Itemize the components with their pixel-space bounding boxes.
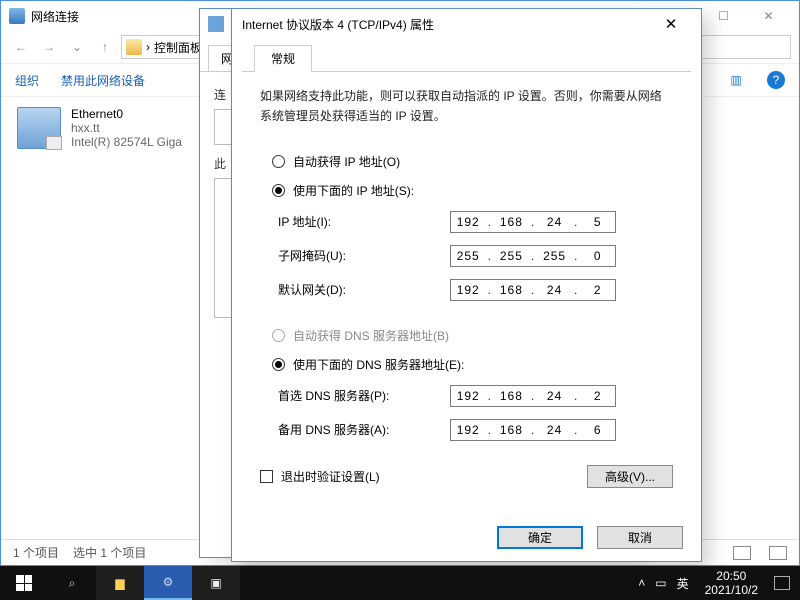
- ipv4-properties-dialog: Internet 协议版本 4 (TCP/IPv4) 属性 ✕ 常规 如果网络支…: [231, 8, 702, 562]
- tray-clock[interactable]: 20:50 2021/10/2: [699, 569, 764, 598]
- radio-auto-ip[interactable]: 自动获得 IP 地址(O): [272, 153, 673, 170]
- radio-icon: [272, 184, 285, 197]
- dlg2-tabs: 常规: [232, 39, 701, 72]
- radio-manual-dns-label: 使用下面的 DNS 服务器地址(E):: [293, 356, 464, 373]
- radio-auto-ip-label: 自动获得 IP 地址(O): [293, 153, 400, 170]
- network-icon: [9, 8, 25, 24]
- ip-input[interactable]: 192. 168. 24. 5: [450, 211, 616, 233]
- ok-button[interactable]: 确定: [497, 526, 583, 549]
- maximize-button[interactable]: ☐: [701, 1, 746, 31]
- field-ip: IP 地址(I): 192. 168. 24. 5: [260, 211, 673, 233]
- chevron-down-icon[interactable]: ⌄: [65, 35, 89, 59]
- cmd-organize[interactable]: 组织: [15, 72, 39, 89]
- cancel-button[interactable]: 取消: [597, 526, 683, 549]
- adapter-driver: Intel(R) 82574L Giga: [71, 135, 182, 149]
- windows-icon: [16, 575, 32, 591]
- dlg2-close-button[interactable]: ✕: [651, 10, 691, 38]
- tray-time: 20:50: [705, 569, 758, 583]
- breadcrumb-text: 控制面板: [154, 39, 202, 56]
- gateway-input[interactable]: 192. 168. 24. 2: [450, 279, 616, 301]
- help-icon[interactable]: ?: [767, 71, 785, 89]
- field-gateway: 默认网关(D): 192. 168. 24. 2: [260, 279, 673, 301]
- status-count: 1 个项目: [13, 544, 59, 561]
- view-mode-large-icon[interactable]: [733, 546, 751, 560]
- dns1-input[interactable]: 192. 168. 24. 2: [450, 385, 616, 407]
- back-icon[interactable]: ←: [9, 35, 33, 59]
- adapter-info: Ethernet0 hxx.tt Intel(R) 82574L Giga: [71, 107, 182, 149]
- status-selected: 选中 1 个项目: [73, 544, 146, 561]
- dlg2-body: 如果网络支持此功能，则可以获取自动指派的 IP 设置。否则，你需要从网络系统管理…: [232, 72, 701, 498]
- dlg2-titlebar[interactable]: Internet 协议版本 4 (TCP/IPv4) 属性 ✕: [232, 9, 701, 39]
- tray-ime[interactable]: 英: [677, 575, 689, 592]
- dns1-label: 首选 DNS 服务器(P):: [260, 387, 450, 404]
- radio-manual-ip-label: 使用下面的 IP 地址(S):: [293, 182, 414, 199]
- adapter-icon: [17, 107, 61, 149]
- tray-date: 2021/10/2: [705, 583, 758, 597]
- view-mode-details-icon[interactable]: [769, 546, 787, 560]
- tab-general[interactable]: 常规: [254, 45, 312, 72]
- task-explorer[interactable]: ▆: [96, 566, 144, 600]
- dlg2-footer: 确定 取消: [497, 526, 683, 549]
- forward-icon[interactable]: →: [37, 35, 61, 59]
- dns2-input[interactable]: 192. 168. 24. 6: [450, 419, 616, 441]
- radio-manual-ip[interactable]: 使用下面的 IP 地址(S):: [272, 182, 673, 199]
- field-mask: 子网掩码(U): 255. 255. 255. 0: [260, 245, 673, 267]
- field-dns2: 备用 DNS 服务器(A): 192. 168. 24. 6: [260, 419, 673, 441]
- ethernet-icon: [208, 16, 224, 32]
- advanced-button[interactable]: 高级(V)...: [587, 465, 673, 488]
- details-icon[interactable]: ▥: [727, 71, 745, 89]
- radio-icon: [272, 329, 285, 342]
- close-button[interactable]: ✕: [746, 1, 791, 31]
- adapter-domain: hxx.tt: [71, 121, 182, 135]
- task-terminal[interactable]: ▣: [192, 566, 240, 600]
- dlg2-title: Internet 协议版本 4 (TCP/IPv4) 属性: [242, 16, 651, 33]
- validate-label: 退出时验证设置(L): [281, 468, 380, 485]
- tray-notifications-icon[interactable]: [774, 576, 790, 590]
- mask-label: 子网掩码(U):: [260, 247, 450, 264]
- cmd-disable-device[interactable]: 禁用此网络设备: [61, 72, 145, 89]
- taskbar: ⌕ ▆ ⚙ ▣ ˄ ▭ 英 20:50 2021/10/2: [0, 566, 800, 600]
- radio-icon: [272, 155, 285, 168]
- search-button[interactable]: ⌕: [48, 566, 96, 600]
- gateway-label: 默认网关(D):: [260, 281, 450, 298]
- start-button[interactable]: [0, 566, 48, 600]
- tray-chevron-icon[interactable]: ˄: [638, 576, 645, 590]
- field-dns1: 首选 DNS 服务器(P): 192. 168. 24. 2: [260, 385, 673, 407]
- tray-network-icon[interactable]: ▭: [655, 576, 666, 590]
- task-control-panel[interactable]: ⚙: [144, 566, 192, 600]
- adapter-name: Ethernet0: [71, 107, 182, 121]
- radio-icon: [272, 358, 285, 371]
- dns2-label: 备用 DNS 服务器(A):: [260, 421, 450, 438]
- up-icon[interactable]: ↑: [93, 35, 117, 59]
- folder-icon: [126, 39, 142, 55]
- validate-checkbox[interactable]: [260, 470, 273, 483]
- radio-auto-dns-label: 自动获得 DNS 服务器地址(B): [293, 327, 449, 344]
- validate-row: 退出时验证设置(L) 高级(V)...: [260, 465, 673, 488]
- ip-label: IP 地址(I):: [260, 213, 450, 230]
- radio-auto-dns: 自动获得 DNS 服务器地址(B): [272, 327, 673, 344]
- breadcrumb-sep: ›: [146, 40, 150, 54]
- radio-manual-dns[interactable]: 使用下面的 DNS 服务器地址(E):: [272, 356, 673, 373]
- mask-input[interactable]: 255. 255. 255. 0: [450, 245, 616, 267]
- system-tray: ˄ ▭ 英 20:50 2021/10/2: [628, 569, 800, 598]
- dlg2-description: 如果网络支持此功能，则可以获取自动指派的 IP 设置。否则，你需要从网络系统管理…: [260, 86, 673, 127]
